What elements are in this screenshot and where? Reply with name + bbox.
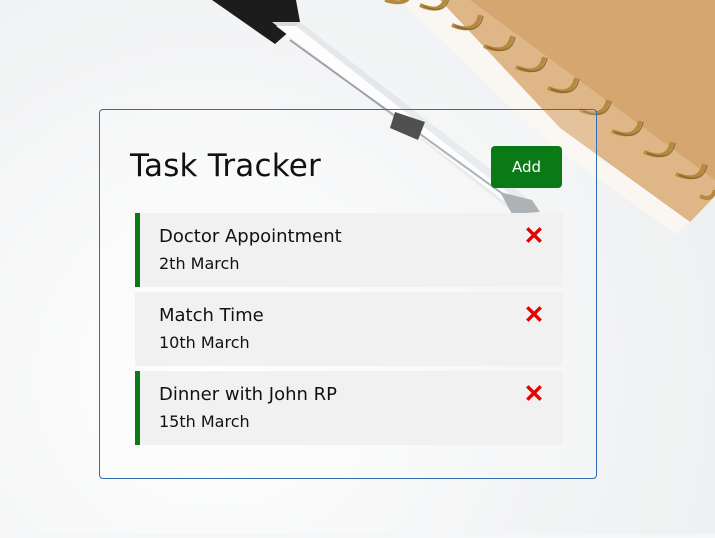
header: Task Tracker Add: [130, 144, 562, 188]
page-title: Task Tracker: [130, 148, 321, 184]
task-item[interactable]: Dinner with John RP 15th March: [135, 371, 563, 445]
task-tracker-card: Task Tracker Add Doctor Appointment 2th …: [99, 109, 597, 479]
task-title: Doctor Appointment: [159, 226, 342, 247]
task-list: Doctor Appointment 2th March Match Time …: [135, 213, 563, 450]
task-title: Dinner with John RP: [159, 384, 338, 405]
close-x-icon[interactable]: [526, 227, 544, 245]
close-x-icon[interactable]: [526, 385, 544, 403]
task-item[interactable]: Doctor Appointment 2th March: [135, 213, 563, 287]
task-title: Match Time: [159, 305, 264, 326]
task-date: 10th March: [159, 333, 250, 352]
task-item[interactable]: Match Time 10th March: [135, 292, 563, 366]
add-task-button[interactable]: Add: [491, 146, 562, 188]
task-date: 2th March: [159, 254, 240, 273]
task-date: 15th March: [159, 412, 250, 431]
close-x-icon[interactable]: [526, 306, 544, 324]
